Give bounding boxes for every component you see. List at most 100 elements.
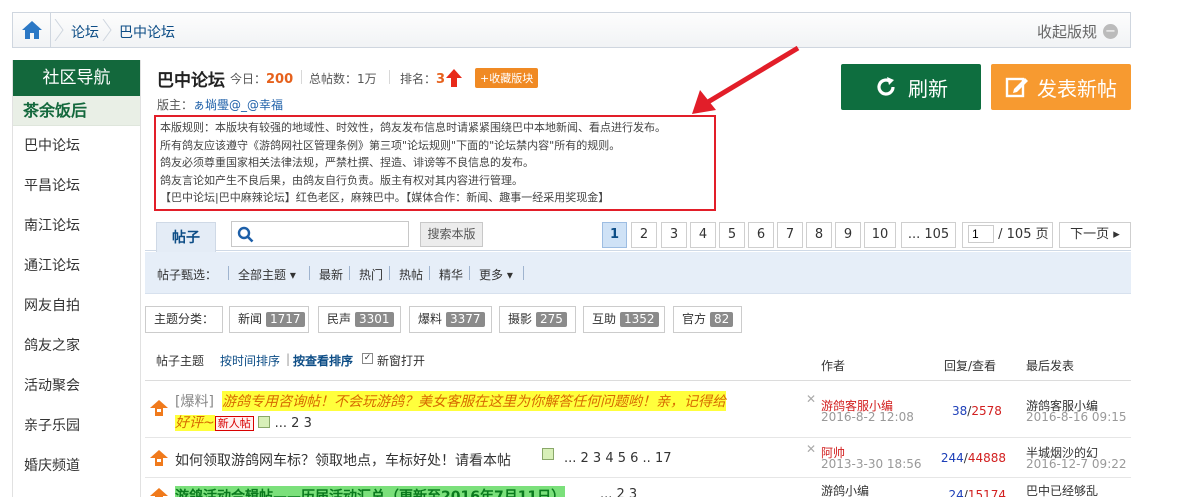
new-post-button[interactable]: 发表新帖 — [991, 64, 1131, 110]
page-2[interactable]: 2 — [631, 222, 657, 248]
category-official[interactable]: 官方 82 — [673, 306, 742, 333]
filter-digest[interactable]: 精华 — [439, 266, 463, 283]
breadcrumb-bazhong[interactable]: 巴中论坛 — [119, 22, 175, 42]
page-7[interactable]: 7 — [777, 222, 803, 248]
thread-date: 2016-8-2 12:08 — [821, 410, 914, 424]
chevron-right-icon — [102, 19, 112, 41]
sidebar-item-bazhong[interactable]: 巴中论坛 — [13, 126, 140, 166]
filter-all-topics[interactable]: 全部主题 ▾ — [238, 266, 296, 283]
breadcrumb: 论坛 巴中论坛 收起版规 − — [12, 12, 1131, 48]
thread-date: 2013-3-30 18:56 — [821, 457, 922, 471]
rule-line: 所有鸽友应该遵守《游鸽网社区管理条例》第三项"论坛规则"下面的"论坛禁内容"所有… — [160, 138, 621, 152]
sidebar-item-family[interactable]: 亲子乐园 — [13, 406, 140, 446]
page-1[interactable]: 1 — [602, 222, 627, 248]
reply-view-count: 24/15174 — [948, 488, 1006, 497]
filter-hot-posts[interactable]: 热帖 — [399, 266, 423, 283]
rule-line: 鸽友言论如产生不良后果，由鸽友自行负责。版主有权对其内容进行管理。 — [160, 173, 523, 187]
category-public-voice[interactable]: 民声 3301 — [318, 306, 401, 333]
search-icon — [237, 226, 254, 243]
thread-title[interactable]: 游鸽活动合辑帖——历届活动汇总（更新至2016年7月11日） — [175, 486, 566, 497]
filter-latest[interactable]: 最新 — [319, 266, 343, 283]
page-3[interactable]: 3 — [661, 222, 687, 248]
pinned-thread-icon — [150, 400, 168, 416]
post-filter-bar: 帖子甄选： 全部主题 ▾ 最新 热门 热帖 精华 更多 ▾ — [145, 252, 1131, 294]
header-author: 作者 — [821, 359, 846, 373]
tab-posts[interactable]: 帖子 — [156, 222, 216, 252]
header-last-post: 最后发表 — [1026, 359, 1075, 373]
moderator-link[interactable]: ぁ埫璺@_@幸福 — [193, 98, 283, 112]
search-box — [231, 221, 409, 247]
home-icon[interactable] — [13, 13, 51, 47]
category-scoop[interactable]: 爆料 3377 — [409, 306, 492, 333]
sidebar-current[interactable]: 茶余饭后 — [13, 96, 140, 126]
last-post-date: 2016-12-7 09:22 — [1026, 457, 1127, 471]
rank-up-icon — [446, 69, 462, 87]
rule-line: 鸽友必须尊重国家相关法律法规，严禁杜撰、捏造、诽谤等不良信息的发布。 — [160, 156, 534, 170]
search-forum-button[interactable]: 搜索本版 — [420, 222, 483, 247]
new-post-label: 发表新帖 — [1037, 76, 1117, 101]
favorite-forum-button[interactable]: +收藏版块 — [475, 68, 539, 88]
sort-by-time[interactable]: 按时间排序 — [220, 352, 280, 369]
sidebar-item-wedding[interactable]: 婚庆频道 — [13, 446, 140, 486]
filter-more[interactable]: 更多 ▾ — [479, 266, 513, 283]
page-jump: / 105 页 — [962, 222, 1053, 248]
sidebar-item-selfie[interactable]: 网友自拍 — [13, 286, 140, 326]
image-attachment-icon — [258, 416, 271, 428]
page-last[interactable]: ... 105 — [901, 222, 956, 248]
thread-pages[interactable]: ... 2 3 4 5 6 .. 17 — [564, 451, 672, 466]
tab-divider — [145, 250, 1131, 251]
rule-line: 【巴中论坛|巴中麻辣论坛】红色老区，麻辣巴中。【媒体合作：新闻、趣事一经采用奖现… — [160, 191, 610, 205]
page-8[interactable]: 8 — [806, 222, 832, 248]
collapse-rules-toggle[interactable]: 收起版规 − — [1037, 21, 1118, 42]
sidebar-item-gehome[interactable]: 鸽友之家 — [13, 326, 140, 366]
sort-by-views[interactable]: 按查看排序 — [293, 352, 353, 369]
forum-rules: 本版规则：本版块有较强的地域性、时效性，鸽友发布信息时请紧紧围绕巴中本地新闻、看… — [154, 115, 716, 211]
last-post-date: 2016-8-16 09:15 — [1026, 410, 1127, 424]
close-icon[interactable]: ✕ — [806, 392, 816, 406]
filter-hot[interactable]: 热门 — [359, 266, 383, 283]
category-news[interactable]: 新闻 1717 — [229, 306, 309, 333]
header-reply-view: 回复/查看 — [944, 359, 997, 373]
category-mutual-help[interactable]: 互助 1352 — [583, 306, 665, 333]
page-jump-input[interactable] — [968, 225, 994, 243]
page-5[interactable]: 5 — [719, 222, 745, 248]
rank-stat: 排名：3 — [400, 72, 446, 87]
header-subject: 帖子主题 — [156, 354, 205, 368]
breadcrumb-forum[interactable]: 论坛 — [71, 22, 99, 42]
page-10[interactable]: 10 — [864, 222, 896, 248]
last-post-author[interactable]: 巴中已经够乱 — [1026, 482, 1098, 497]
refresh-button[interactable]: 刷新 — [841, 64, 981, 110]
page-4[interactable]: 4 — [690, 222, 716, 248]
pinned-thread-icon — [150, 488, 168, 497]
sidebar-item-tongjiang[interactable]: 通江论坛 — [13, 246, 140, 286]
pinned-thread-icon — [150, 450, 168, 466]
new-window-label: 新窗打开 — [377, 354, 426, 368]
next-page-button[interactable]: 下一页 ▸ — [1059, 222, 1131, 248]
sidebar-item-nanjiang[interactable]: 南江论坛 — [13, 206, 140, 246]
sidebar: 社区导航 茶余饭后 巴中论坛 平昌论坛 南江论坛 通江论坛 网友自拍 鸽友之家 … — [12, 60, 141, 497]
sidebar-title: 社区导航 — [13, 60, 140, 96]
thread-title[interactable]: 游鸽专用咨询帖！不会玩游鸽？美女客服在这里为你解答任何问题哟！亲，记得给 — [222, 391, 726, 411]
search-input[interactable] — [260, 223, 405, 245]
sidebar-item-events[interactable]: 活动聚会 — [13, 366, 140, 406]
thread-tag[interactable]: [爆料] — [175, 391, 214, 411]
close-icon[interactable]: ✕ — [806, 442, 816, 456]
chevron-right-icon — [54, 19, 64, 41]
forum-title: 巴中论坛 — [157, 71, 225, 91]
filter-label: 帖子甄选： — [157, 268, 218, 282]
annotation-arrow-icon — [692, 45, 800, 114]
reply-view-count: 244/44888 — [940, 451, 1006, 465]
new-window-checkbox[interactable]: ✓ — [362, 353, 373, 364]
thread-title[interactable]: 如何领取游鸽网车标？领取地点，车标好处！请看本帖 — [175, 450, 511, 470]
thread-author[interactable]: 游鸽小编 — [821, 482, 869, 497]
thread-pages[interactable]: ... 2 3 — [275, 416, 312, 431]
page-9[interactable]: 9 — [835, 222, 861, 248]
page-6[interactable]: 6 — [748, 222, 774, 248]
total-stat: 总帖数：1万 — [309, 72, 377, 86]
category-label: 主题分类： — [145, 306, 223, 333]
category-photography[interactable]: 摄影 275 — [499, 306, 576, 333]
sidebar-item-pingchang[interactable]: 平昌论坛 — [13, 166, 140, 206]
image-attachment-icon — [542, 448, 554, 460]
refresh-label: 刷新 — [908, 76, 948, 101]
thread-pages[interactable]: ... 2 3 — [600, 487, 637, 497]
